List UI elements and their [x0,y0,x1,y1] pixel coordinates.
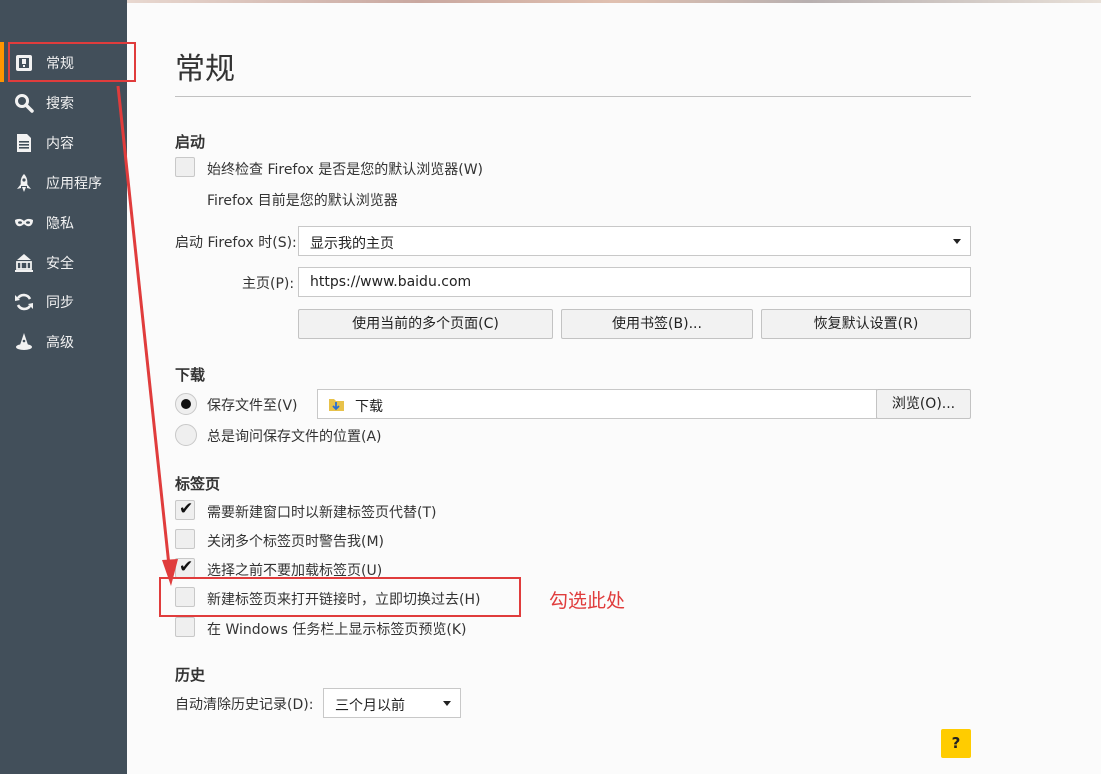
annotation-arrow-overlay [116,85,178,586]
annotation-arrow [116,85,178,586]
